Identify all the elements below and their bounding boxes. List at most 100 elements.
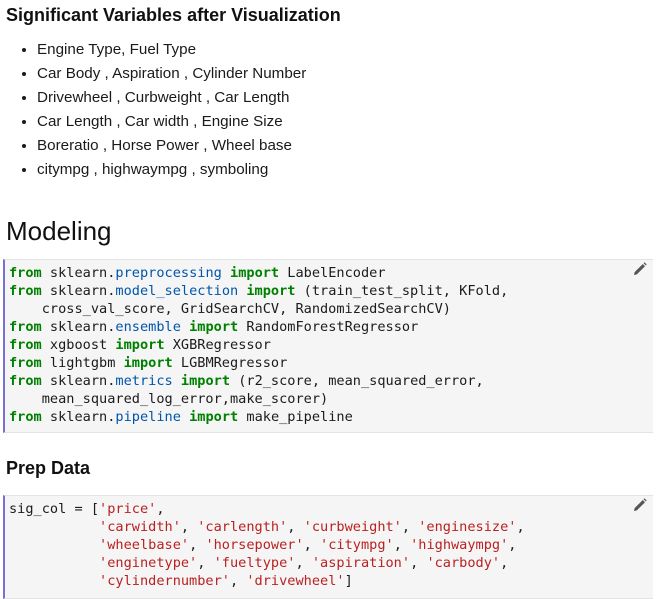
code-text: LGBMRegressor [172, 355, 288, 371]
code-line: sig_col = ['price', [9, 501, 165, 517]
code-text: cross_val_score, GridSearchCV, Randomize… [9, 301, 451, 317]
code-text: , [508, 537, 517, 553]
list-item: Car Length , Car width , Engine Size [37, 110, 306, 134]
code-string: 'aspiration' [311, 555, 411, 571]
code-text: , [401, 519, 419, 535]
code-module: pipeline [115, 409, 181, 425]
code-text: , [516, 519, 525, 535]
variables-list: Engine Type, Fuel Type Car Body , Aspira… [18, 38, 306, 182]
code-text: sklearn. [41, 409, 116, 425]
code-keyword: from [9, 337, 42, 353]
code-line: from sklearn.pipeline import make_pipeli… [9, 409, 353, 425]
code-text: , [500, 555, 509, 571]
pencil-icon[interactable] [633, 498, 647, 512]
code-text: RandomForestRegressor [238, 319, 419, 335]
code-keyword: import [246, 283, 296, 299]
code-text: sklearn. [41, 319, 116, 335]
section-title-prep-data: Prep Data [6, 458, 91, 478]
code-text: , [189, 537, 206, 553]
code-keyword: import [115, 337, 165, 353]
code-keyword: import [230, 265, 280, 281]
code-line: cross_val_score, GridSearchCV, Randomize… [9, 301, 451, 317]
code-text: ] [344, 573, 353, 589]
code-string: 'enginetype' [99, 555, 198, 571]
code-text: , [287, 519, 304, 535]
code-text: , [295, 555, 312, 571]
code-string: 'carwidth' [99, 519, 181, 535]
code-module: preprocessing [115, 265, 222, 281]
code-string: 'price' [99, 501, 157, 517]
code-cell-sig-col[interactable]: sig_col = ['price', 'carwidth', 'carleng… [3, 495, 653, 599]
code-text: sklearn. [41, 283, 116, 299]
code-string: 'carbody' [426, 555, 501, 571]
code-keyword: from [9, 283, 42, 299]
code-line: 'wheelbase', 'horsepower', 'citympg', 'h… [9, 537, 516, 553]
code-keyword: from [9, 355, 42, 371]
code-text: lightgbm [41, 355, 124, 371]
code-keyword: import [123, 355, 173, 371]
section-title-modeling: Modeling [6, 216, 112, 246]
code-string: 'enginesize' [418, 519, 517, 535]
code-module: model_selection [115, 283, 239, 299]
section-title-significant-variables: Significant Variables after Visualizatio… [6, 5, 341, 25]
code-line: from lightgbm import LGBMRegressor [9, 355, 287, 371]
code-text: (r2_score, mean_squared_error, [230, 373, 484, 389]
list-item: citympg , highwaympg , symboling [37, 158, 306, 182]
code-string: 'drivewheel' [246, 573, 345, 589]
list-item: Drivewheel , Curbweight , Car Length [37, 86, 306, 110]
code-string: 'carlength' [197, 519, 288, 535]
code-string: 'curbweight' [303, 519, 402, 535]
list-item: Car Body , Aspiration , Cylinder Number [37, 62, 306, 86]
code-keyword: import [189, 409, 239, 425]
code-text: , [180, 519, 198, 535]
list-item: Boreratio , Horse Power , Wheel base [37, 134, 306, 158]
code-text: make_pipeline [238, 409, 353, 425]
list-item: Engine Type, Fuel Type [37, 38, 306, 62]
code-text: mean_squared_log_error,make_scorer) [9, 391, 329, 407]
pencil-icon[interactable] [633, 262, 647, 276]
code-text: , [156, 501, 165, 517]
code-text: XGBRegressor [164, 337, 271, 353]
code-text: (train_test_split, KFold, [295, 283, 509, 299]
code-keyword: from [9, 373, 42, 389]
code-text: , [410, 555, 427, 571]
code-keyword: from [9, 265, 42, 281]
code-string: 'wheelbase' [99, 537, 190, 553]
code-line: from sklearn.model_selection import (tra… [9, 283, 508, 299]
code-line: from sklearn.ensemble import RandomFores… [9, 319, 418, 335]
code-text: sklearn. [41, 265, 116, 281]
code-text: sig_col = [ [9, 501, 100, 517]
code-block[interactable]: sig_col = ['price', 'carwidth', 'carleng… [5, 496, 653, 590]
code-string: 'horsepower' [205, 537, 304, 553]
code-line: 'enginetype', 'fueltype', 'aspiration', … [9, 555, 508, 571]
code-cell-imports[interactable]: from sklearn.preprocessing import LabelE… [3, 259, 653, 433]
code-keyword: from [9, 409, 42, 425]
code-line: from xgboost import XGBRegressor [9, 337, 271, 353]
code-line: from sklearn.preprocessing import LabelE… [9, 265, 386, 281]
code-string: 'highwaympg' [410, 537, 509, 553]
code-text: LabelEncoder [279, 265, 386, 281]
code-text: sklearn. [41, 373, 116, 389]
code-keyword: from [9, 319, 42, 335]
code-line: 'cylindernumber', 'drivewheel'] [9, 573, 353, 589]
code-module: ensemble [115, 319, 181, 335]
code-keyword: import [180, 373, 231, 389]
code-line: from sklearn.metrics import (r2_score, m… [9, 373, 484, 389]
code-string: 'cylindernumber' [99, 573, 230, 589]
code-text: , [229, 573, 247, 589]
code-text: , [197, 555, 214, 571]
code-text: , [393, 537, 411, 553]
code-string: 'citympg' [320, 537, 394, 553]
code-text: xgboost [41, 337, 116, 353]
code-text: , [303, 537, 321, 553]
code-block[interactable]: from sklearn.preprocessing import LabelE… [5, 260, 653, 426]
code-module: metrics [115, 373, 173, 389]
